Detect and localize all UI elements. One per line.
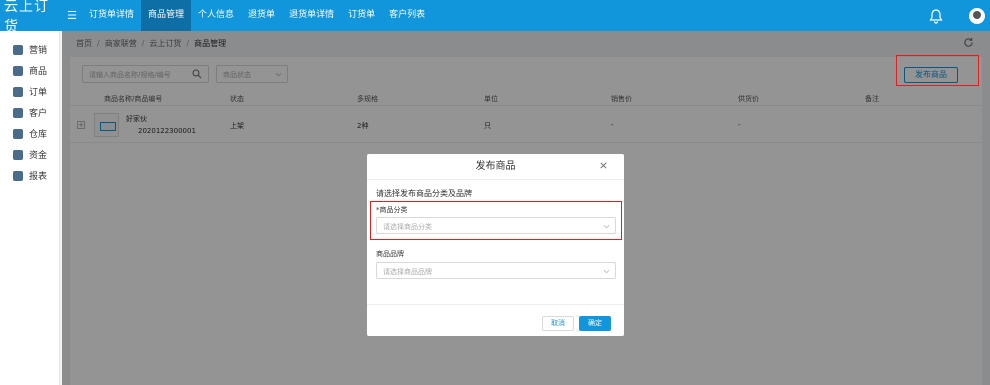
sidebar-item-goods[interactable]: 商品 [0, 60, 59, 81]
sidebar-item-label: 订单 [29, 88, 48, 98]
tab-customer-list[interactable]: 客户列表 [382, 0, 432, 31]
close-icon[interactable] [599, 161, 608, 170]
dialog-title: 发布商品 [367, 154, 624, 180]
sidebar-item-label: 资金 [29, 151, 48, 161]
sidebar-item-marketing[interactable]: 营销 [0, 39, 59, 60]
brand-select[interactable]: 请选择商品品牌 [376, 262, 616, 279]
sidebar-item-order[interactable]: 订单 [0, 81, 59, 102]
highlight-category-field [370, 201, 622, 240]
customer-icon [13, 107, 23, 118]
funds-icon [13, 149, 23, 160]
sidebar-item-warehouse[interactable]: 仓库 [0, 123, 59, 144]
sidebar-item-report[interactable]: 报表 [0, 165, 59, 186]
user-avatar[interactable] [969, 7, 985, 24]
tab-order[interactable]: 订货单 [341, 0, 382, 31]
sidebar-item-customer[interactable]: 客户 [0, 102, 59, 123]
bell-icon[interactable] [928, 8, 944, 24]
sidebar-item-label: 报表 [29, 172, 48, 182]
tab-return-order-detail[interactable]: 退货单详情 [282, 0, 341, 31]
confirm-button[interactable]: 确定 [579, 316, 611, 331]
tab-goods-management[interactable]: 商品管理 [141, 0, 192, 31]
warehouse-icon [13, 128, 23, 139]
dialog-footer: 取消 确定 [367, 304, 624, 336]
tab-profile[interactable]: 个人信息 [191, 0, 241, 31]
sidebar-item-label: 商品 [29, 67, 48, 77]
order-icon [13, 86, 23, 97]
tab-return-order[interactable]: 退货单 [241, 0, 282, 31]
marketing-icon [13, 44, 23, 55]
sidebar-item-label: 客户 [29, 109, 48, 119]
publish-goods-dialog: 发布商品 请选择发布商品分类及品牌 *商品分类 请选择商品分类 商品品牌 请选择… [367, 154, 624, 336]
goods-icon [13, 65, 23, 76]
cancel-button[interactable]: 取消 [542, 316, 574, 331]
sidebar-item-funds[interactable]: 资金 [0, 144, 59, 165]
highlight-publish-button [896, 55, 979, 86]
chevron-down-icon [603, 269, 610, 274]
top-navbar: 云上订货 ☰ 订货单详情 商品管理 个人信息 退货单 退货单详情 订货单 客户列… [0, 0, 990, 35]
brand-label: 商品品牌 [376, 250, 404, 258]
dialog-subtitle: 请选择发布商品分类及品牌 [376, 189, 472, 198]
brand-placeholder: 请选择商品品牌 [383, 268, 432, 276]
tab-order-detail[interactable]: 订货单详情 [82, 0, 141, 31]
sidebar-item-label: 营销 [29, 46, 48, 56]
report-icon [13, 170, 23, 181]
menu-icon[interactable]: ☰ [62, 9, 82, 22]
sidebar-item-label: 仓库 [29, 130, 48, 140]
sidebar: 营销 商品 订单 客户 仓库 资金 报表 [0, 31, 60, 385]
